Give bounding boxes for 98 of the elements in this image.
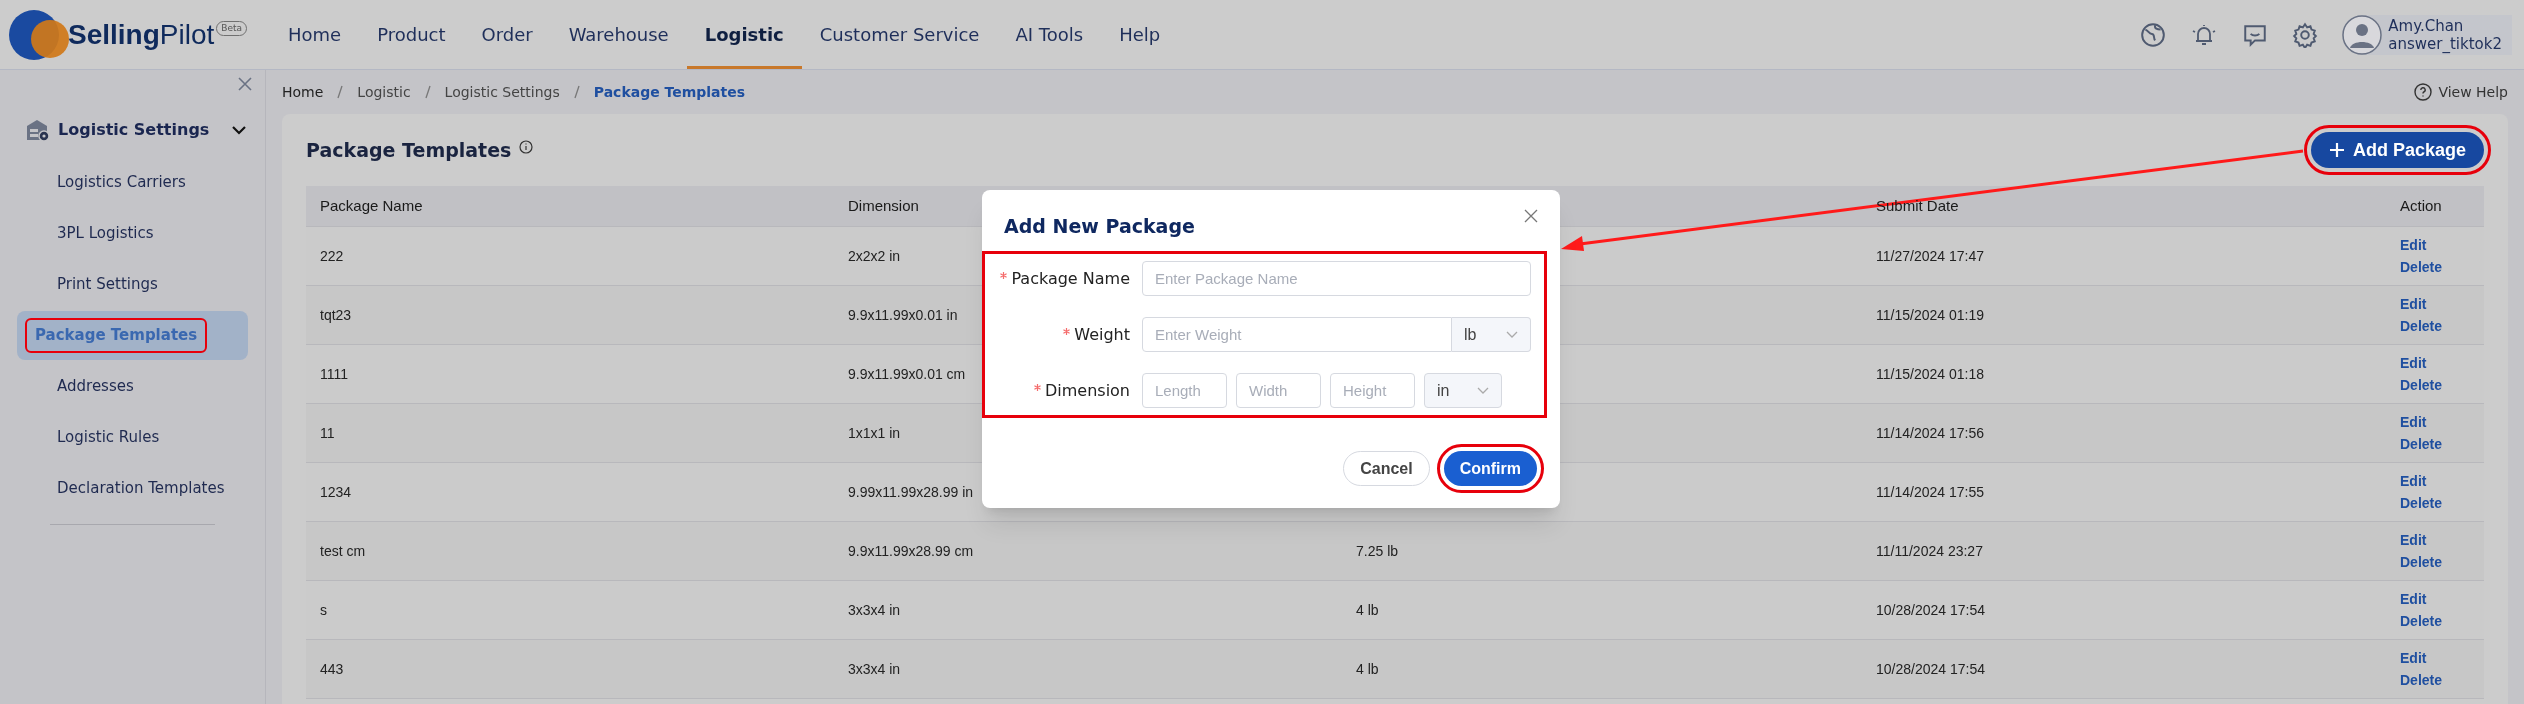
table-cell-text: 222 <box>319 246 345 266</box>
warehouse-gear-icon <box>26 119 50 141</box>
close-icon[interactable] <box>237 76 253 92</box>
cancel-button[interactable]: Cancel <box>1343 451 1430 486</box>
table-cell-text: 10/28/2024 17:54 <box>1875 600 1986 620</box>
table-cell-text: test cm <box>319 541 367 561</box>
sidebar-item[interactable]: Logistic Rules <box>17 413 248 462</box>
edit-link[interactable]: Edit <box>2400 470 2427 492</box>
delete-link[interactable]: Delete <box>2400 610 2443 632</box>
table-cell-text: 11/15/2024 01:18 <box>1875 364 1985 384</box>
info-icon <box>519 140 534 154</box>
table-cell-text: 11/14/2024 17:56 <box>1875 423 1985 443</box>
unit-select[interactable]: lb <box>1452 317 1531 352</box>
delete-link[interactable]: Delete <box>2400 551 2443 573</box>
logo-icon <box>8 8 70 61</box>
table-cell-text: 9.99x11.99x28.99 in <box>847 482 975 502</box>
help-icon <box>2414 83 2433 101</box>
breadcrumb-separator-icon <box>424 85 431 99</box>
table-cell-text: 11/15/2024 01:19 <box>1875 305 1985 325</box>
table-cell-text: 9.9x11.99x28.99 cm <box>847 541 975 561</box>
breadcrumb-link[interactable]: Package Templates <box>593 81 746 103</box>
plus-icon <box>2328 142 2345 158</box>
delete-link[interactable]: Delete <box>2400 315 2443 337</box>
table-cell-text: 3x3x4 in <box>847 600 902 620</box>
delete-link[interactable]: Delete <box>2400 492 2443 514</box>
settings-icon[interactable] <box>2292 21 2319 48</box>
logo-text: SellingPilot <box>68 17 215 52</box>
edit-link[interactable]: Edit <box>2400 352 2427 374</box>
edit-link[interactable]: Edit <box>2400 529 2427 551</box>
table-cell-text: 11/11/2024 23:27 <box>1875 541 1984 561</box>
sidebar-group-header[interactable]: Logistic Settings <box>0 110 265 150</box>
user-account: answer_tiktok2 <box>2388 34 2502 53</box>
view-help-link[interactable]: View Help <box>2414 81 2508 103</box>
avatar-icon <box>2342 14 2383 55</box>
edit-link[interactable]: Edit <box>2400 647 2427 669</box>
delete-link[interactable]: Delete <box>2400 433 2443 455</box>
field-label: Package Name <box>1011 267 1130 290</box>
table-cell-text: 10/28/2024 17:54 <box>1875 659 1986 679</box>
breadcrumb-separator-icon <box>573 85 580 99</box>
input-field[interactable]: Width <box>1236 373 1321 408</box>
table-cell-text: 4 lb <box>1355 600 1380 620</box>
breadcrumb-link[interactable]: Logistic Settings <box>444 81 560 103</box>
table-cell-text: 3x3x4 in <box>847 659 902 679</box>
breadcrumb-link[interactable]: Home <box>282 81 324 103</box>
nav-tab[interactable]: AI Tools <box>997 0 1102 69</box>
edit-link[interactable]: Edit <box>2400 588 2427 610</box>
user-name: Amy.Chan <box>2388 16 2465 35</box>
nav-tab[interactable]: Home <box>270 0 360 69</box>
field-label: Dimension <box>1044 379 1130 402</box>
field-label: Weight <box>1074 323 1130 346</box>
nav-tab[interactable]: Order <box>463 0 551 69</box>
breadcrumb-link[interactable]: Logistic <box>357 81 411 103</box>
edit-link[interactable]: Edit <box>2400 411 2427 433</box>
sidebar-item[interactable]: Print Settings <box>17 260 248 309</box>
sidebar-item[interactable]: Logistics Carriers <box>17 158 248 207</box>
user-menu[interactable]: Amy.Chan answer_tiktok2 <box>2342 14 2512 55</box>
table-cell-text: 4 lb <box>1355 659 1380 679</box>
edit-link[interactable]: Edit <box>2400 234 2427 256</box>
delete-link[interactable]: Delete <box>2400 374 2443 396</box>
table-cell-text: 1x1x1 in <box>847 423 902 443</box>
table-cell-text: 2x2x2 in <box>847 246 902 266</box>
input-field[interactable]: Enter Weight <box>1142 317 1452 352</box>
table-cell-text: s <box>319 600 328 620</box>
sidebar-item[interactable]: 3PL Logistics <box>17 209 248 258</box>
input-field[interactable]: Enter Package Name <box>1142 261 1531 296</box>
nav-tab[interactable]: Product <box>359 0 464 69</box>
sidebar-item[interactable]: Declaration Templates <box>17 464 248 513</box>
page-title: Package Templates <box>306 137 512 163</box>
input-field[interactable]: Height <box>1330 373 1415 408</box>
table-cell-text: 1234 <box>319 482 353 502</box>
sidebar-item[interactable]: Addresses <box>17 362 248 411</box>
column-header: Action <box>2399 195 2443 216</box>
table-cell-text: 443 <box>319 659 345 679</box>
chevron-down-icon <box>1506 330 1518 339</box>
table-cell-text: 11/27/2024 17:47 <box>1875 246 1985 266</box>
nav-tab[interactable]: Customer Service <box>801 0 998 69</box>
nav-tab[interactable]: Warehouse <box>550 0 687 69</box>
dialog-title: Add New Package <box>1004 214 1195 239</box>
table-cell-text: 11 <box>319 423 336 443</box>
breadcrumb-separator-icon <box>337 85 344 99</box>
table-cell-text: 1111 <box>319 364 350 384</box>
column-header: Package Name <box>319 195 424 216</box>
chevron-down-icon <box>1477 386 1489 395</box>
delete-link[interactable]: Delete <box>2400 669 2443 691</box>
close-icon[interactable] <box>1524 209 1538 223</box>
input-field[interactable]: Length <box>1142 373 1227 408</box>
table-cell-text: tqt23 <box>319 305 353 325</box>
unit-select[interactable]: in <box>1424 373 1502 408</box>
nav-tab[interactable]: Help <box>1101 0 1179 69</box>
table-cell-text: 9.9x11.99x0.01 in <box>847 305 959 325</box>
sidebar-group-label: Logistic Settings <box>58 119 210 141</box>
edit-link[interactable]: Edit <box>2400 293 2427 315</box>
delete-link[interactable]: Delete <box>2400 256 2443 278</box>
column-header: Dimension <box>847 195 920 216</box>
table-cell-text: 7.25 lb <box>1355 541 1400 561</box>
table-cell-text: 11/14/2024 17:55 <box>1875 482 1985 502</box>
table-cell-text: 9.9x11.99x0.01 cm <box>847 364 967 384</box>
nav-tab[interactable]: Logistic <box>686 0 802 69</box>
